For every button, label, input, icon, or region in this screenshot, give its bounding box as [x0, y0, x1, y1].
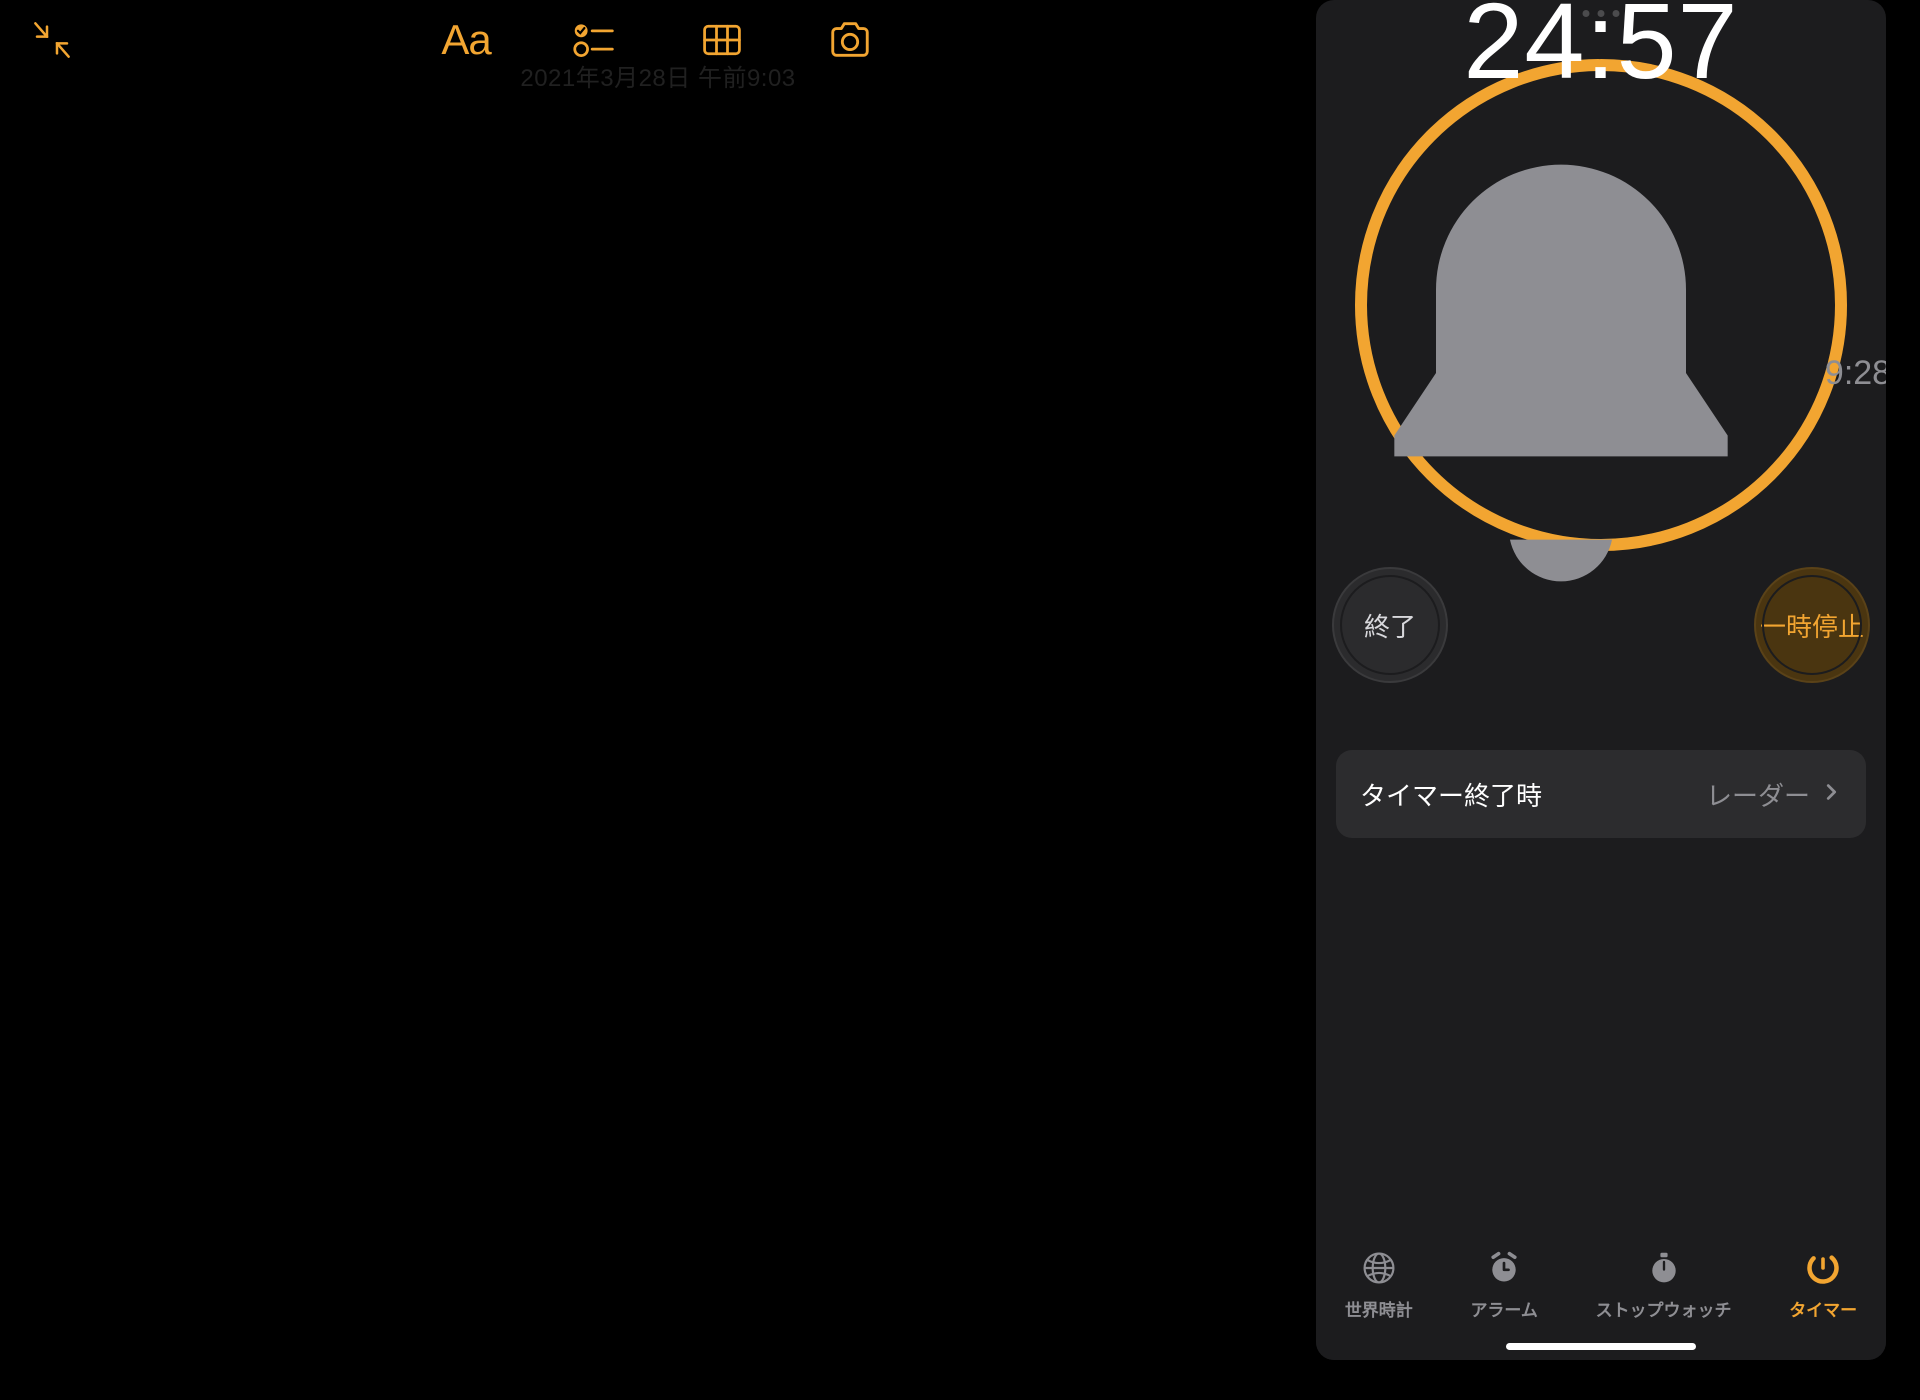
format-label: Aa	[441, 16, 490, 64]
tab-stopwatch[interactable]: ストップウォッチ	[1596, 1248, 1732, 1321]
tab-world-clock-label: 世界時計	[1345, 1296, 1413, 1321]
format-button[interactable]: Aa	[438, 12, 494, 68]
bell-icon	[1316, 123, 1811, 623]
timer-icon	[1803, 1248, 1843, 1288]
editor-area: Aa 2021年3月28日 午前9:	[0, 0, 1316, 1400]
timer-center: 24:57 9:28	[1351, 55, 1851, 555]
timer-remaining: 24:57	[1463, 0, 1738, 95]
timer-sound-row[interactable]: タイマー終了時 レーダー	[1336, 750, 1866, 838]
timer-end-row: 9:28	[1316, 123, 1886, 623]
sound-value: レーダー	[1706, 776, 1810, 813]
globe-icon	[1359, 1248, 1399, 1288]
stopwatch-icon	[1644, 1248, 1684, 1288]
timer-end-time: 9:28	[1825, 354, 1886, 393]
editor-placeholder: 2021年3月28日 午前9:03	[520, 58, 795, 93]
collapse-icon[interactable]	[28, 16, 76, 64]
tab-alarm-label: アラーム	[1470, 1296, 1538, 1321]
home-indicator[interactable]	[1506, 1343, 1696, 1350]
chevron-right-icon	[1820, 779, 1842, 810]
tab-stopwatch-label: ストップウォッチ	[1596, 1296, 1732, 1321]
cancel-button[interactable]: 終了	[1332, 567, 1448, 683]
sound-row-label: タイマー終了時	[1360, 776, 1542, 813]
clock-tabbar: 世界時計 アラーム ストップウォ	[1316, 1230, 1886, 1360]
tab-world-clock[interactable]: 世界時計	[1345, 1248, 1413, 1321]
pause-button[interactable]: 一時停止	[1754, 567, 1870, 683]
sound-value-wrap: レーダー	[1706, 776, 1842, 813]
tab-timer[interactable]: タイマー	[1789, 1248, 1857, 1321]
tab-alarm[interactable]: アラーム	[1470, 1248, 1538, 1321]
tab-timer-label: タイマー	[1789, 1296, 1857, 1321]
alarm-icon	[1484, 1248, 1524, 1288]
camera-button[interactable]	[822, 12, 878, 68]
timer-ring: 24:57 9:28	[1351, 55, 1851, 555]
clock-panel: 24:57 9:28 終了 一時停止 タイマー終了時 レーダー	[1316, 0, 1886, 1360]
